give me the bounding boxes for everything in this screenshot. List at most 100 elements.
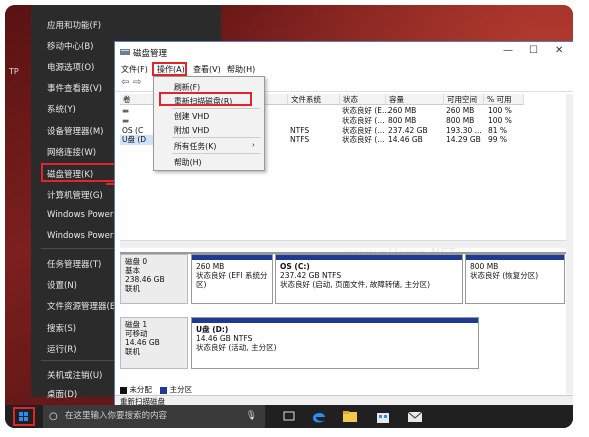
- volume-icon: ▬: [122, 116, 130, 125]
- file-explorer-icon[interactable]: [342, 409, 358, 424]
- cell-status: 状态良好 (E...: [342, 106, 390, 115]
- menu-separator: [172, 137, 260, 138]
- partition-recovery[interactable]: 800 MB 状态良好 (恢复分区): [465, 254, 565, 304]
- winx-item-search[interactable]: 搜索(S): [47, 322, 76, 334]
- store-icon[interactable]: [375, 409, 391, 424]
- cell-free: 800 MB: [446, 116, 475, 125]
- winx-item-system[interactable]: 系统(Y): [47, 103, 76, 115]
- cortana-icon: ○: [49, 411, 58, 422]
- winx-item-powershell[interactable]: Windows PowerSh: [47, 210, 124, 220]
- partition-bar: [192, 255, 272, 260]
- legend-primary: 主分区: [169, 385, 193, 394]
- winx-item-run[interactable]: 运行(R): [47, 343, 77, 355]
- cell-volume: U盘 (D: [122, 135, 147, 144]
- partition-desc: 状态良好 (EFI 系统分区): [196, 271, 268, 289]
- menu-bar: 文件(F) 操作(A) 查看(V) 帮助(H): [115, 62, 573, 76]
- disk-1-info[interactable]: 磁盘 1 可移动 14.46 GB 联机: [120, 317, 188, 369]
- winx-item-shutdown[interactable]: 关机或注销(U): [47, 369, 102, 381]
- disk-label: 磁盘 0: [125, 257, 148, 266]
- cell-free: 14.29 GB: [446, 135, 481, 144]
- disk-state: 联机: [125, 284, 140, 293]
- search-placeholder: 在这里输入你要搜索的内容: [65, 411, 168, 421]
- screenshot-frame: TP 应用和功能(F) 移动中心(B) 电源选项(O) 事件查看器(V) 系统(…: [5, 5, 573, 428]
- column-header-percent-free[interactable]: % 可用: [484, 94, 524, 105]
- windows-logo-icon: [19, 411, 28, 421]
- partition-os[interactable]: OS (C:) 237.42 GB NTFS 状态良好 (启动, 页面文件, 故…: [275, 254, 463, 304]
- partition-size: 800 MB: [470, 262, 499, 271]
- legend-unallocated: 未分配: [129, 385, 152, 394]
- task-view-icon[interactable]: [281, 409, 297, 424]
- disk-management-window: 磁盘管理 — ☐ ✕ 文件(F) 操作(A) 查看(V) 帮助(H) ⇦ ⇨ 卷…: [114, 41, 573, 406]
- winx-item-apps[interactable]: 应用和功能(F): [47, 19, 101, 31]
- winx-item-power[interactable]: 电源选项(O): [47, 61, 94, 73]
- disk-type: 可移动: [125, 329, 148, 338]
- disk-graphical-view: 磁盘 0 基本 238.46 GB 联机 260 MB 状态良好 (EFI 系统…: [120, 252, 566, 384]
- column-header-capacity[interactable]: 容量: [386, 94, 444, 105]
- maximize-button[interactable]: ☐: [529, 45, 538, 56]
- cell-percent: 100 %: [488, 116, 512, 125]
- winx-item-event-viewer[interactable]: 事件查看器(V): [47, 82, 102, 94]
- winx-item-settings[interactable]: 设置(N): [47, 279, 77, 291]
- taskbar-search-box[interactable]: ○ 在这里输入你要搜索的内容 🎙: [43, 405, 265, 428]
- partition-name: OS (C:): [280, 262, 310, 271]
- winx-item-powershell-admin[interactable]: Windows PowerSh: [47, 231, 124, 241]
- horizontal-scrollbar[interactable]: [120, 240, 566, 248]
- partition-bar: [466, 255, 564, 260]
- legend-swatch-primary: [160, 386, 168, 394]
- disk-type: 基本: [125, 266, 140, 275]
- cell-capacity: 260 MB: [388, 106, 417, 115]
- menu-file[interactable]: 文件(F): [121, 64, 148, 75]
- disk-0-info[interactable]: 磁盘 0 基本 238.46 GB 联机: [120, 254, 188, 304]
- legend-swatch-unallocated: [120, 386, 127, 394]
- microphone-icon[interactable]: 🎙: [246, 405, 257, 428]
- winx-item-desktop[interactable]: 桌面(D): [47, 388, 77, 400]
- partition-size: 260 MB: [196, 262, 225, 271]
- cell-status: 状态良好 (...: [342, 116, 385, 125]
- partition-efi[interactable]: 260 MB 状态良好 (EFI 系统分区): [191, 254, 273, 304]
- cell-free: 260 MB: [446, 106, 475, 115]
- partition-size: 237.42 GB NTFS: [280, 271, 342, 280]
- action-dropdown-menu: 刷新(F) 重新扫描磁盘(R) 创建 VHD 附加 VHD 所有任务(K) › …: [153, 76, 265, 171]
- menu-item-help[interactable]: 帮助(H): [174, 157, 202, 168]
- close-button[interactable]: ✕: [555, 45, 563, 56]
- cell-filesystem: NTFS: [290, 135, 310, 144]
- menu-separator: [172, 108, 260, 109]
- winx-item-computer-management[interactable]: 计算机管理(G): [47, 189, 103, 201]
- disk-state: 联机: [125, 347, 140, 356]
- vertical-scrollbar[interactable]: [566, 94, 573, 394]
- partition-usb[interactable]: U盘 (D:) 14.46 GB NTFS 状态良好 (活动, 主分区): [191, 317, 479, 369]
- start-button[interactable]: [13, 407, 35, 426]
- partition-bar: [192, 318, 478, 323]
- disk-size: 238.46 GB: [125, 275, 165, 284]
- menu-item-attach-vhd[interactable]: 附加 VHD: [174, 125, 209, 136]
- back-arrow-icon[interactable]: ⇦: [121, 77, 129, 88]
- column-header-filesystem[interactable]: 文件系统: [288, 94, 340, 105]
- partition-bar: [276, 255, 462, 260]
- winx-item-device-manager[interactable]: 设备管理器(M): [47, 125, 103, 137]
- taskbar: ○ 在这里输入你要搜索的内容 🎙: [5, 405, 573, 428]
- disk-size: 14.46 GB: [125, 338, 160, 347]
- column-header-status[interactable]: 状态: [340, 94, 386, 105]
- menu-item-create-vhd[interactable]: 创建 VHD: [174, 111, 209, 122]
- desktop-edge-text: TP: [9, 67, 19, 76]
- edge-browser-icon[interactable]: [311, 409, 327, 424]
- winx-item-explorer[interactable]: 文件资源管理器(E): [47, 300, 119, 312]
- chevron-right-icon: ›: [252, 141, 255, 149]
- partition-desc: 状态良好 (启动, 页面文件, 故障转储, 主分区): [280, 280, 431, 289]
- column-header-free-space[interactable]: 可用空间: [444, 94, 484, 105]
- winx-item-network[interactable]: 网络连接(W): [47, 146, 96, 158]
- menu-help[interactable]: 帮助(H): [227, 64, 255, 75]
- cell-percent: 100 %: [488, 106, 512, 115]
- winx-item-task-manager[interactable]: 任务管理器(T): [47, 258, 101, 270]
- menu-separator: [172, 153, 260, 154]
- winx-item-mobility[interactable]: 移动中心(B): [47, 40, 93, 52]
- cell-capacity: 14.46 GB: [388, 135, 423, 144]
- minimize-button[interactable]: —: [503, 45, 513, 56]
- cell-status: 状态良好 (...: [342, 135, 385, 144]
- forward-arrow-icon[interactable]: ⇨: [133, 77, 141, 88]
- menu-item-all-tasks[interactable]: 所有任务(K): [174, 141, 216, 152]
- menu-view[interactable]: 查看(V): [193, 64, 221, 75]
- partition-desc: 状态良好 (活动, 主分区): [196, 343, 277, 352]
- mail-icon[interactable]: [407, 409, 423, 424]
- cell-capacity: 800 MB: [388, 116, 417, 125]
